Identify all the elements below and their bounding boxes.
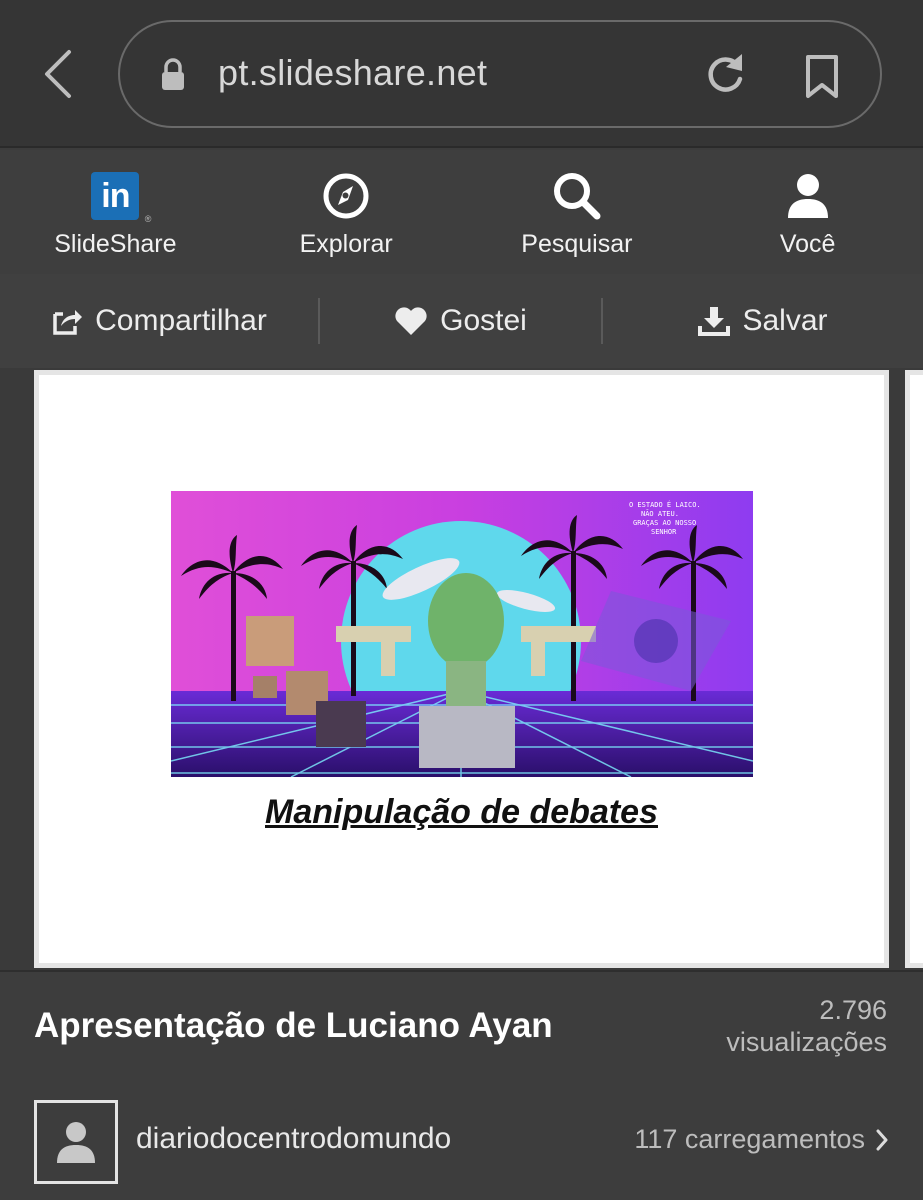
- slide-image: O ESTADO É LAICO. NÃO ATEU. GRAÇAS AO NO…: [171, 491, 753, 777]
- user-icon: [787, 174, 828, 218]
- url-text[interactable]: pt.slideshare.net: [218, 52, 487, 94]
- chevron-left-icon: [45, 50, 71, 98]
- browser-toolbar: pt.slideshare.net: [0, 0, 923, 148]
- nav-item-voce[interactable]: Você: [692, 150, 923, 274]
- bookmark-icon[interactable]: [804, 54, 840, 105]
- presentation-info: Apresentação de Luciano Ayan 2.796 visua…: [0, 970, 923, 1200]
- author-row[interactable]: diariodocentrodomundo 117 carregamentos: [34, 1100, 889, 1184]
- uploads-count: 117 carregamentos: [634, 1124, 865, 1154]
- slide-caption: Manipulação de debates: [265, 793, 658, 831]
- lock-icon: [160, 58, 186, 97]
- like-button[interactable]: Gostei: [318, 298, 603, 344]
- nav-label-slideshare: SlideShare: [54, 230, 177, 258]
- avatar[interactable]: [34, 1100, 118, 1184]
- save-label: Salvar: [742, 304, 828, 337]
- nav-label-explorar: Explorar: [299, 230, 393, 258]
- back-button[interactable]: [38, 44, 78, 104]
- user-placeholder-icon: [57, 1122, 95, 1163]
- action-bar: Compartilhar Gostei Salvar: [0, 274, 923, 368]
- save-button[interactable]: Salvar: [603, 298, 923, 344]
- nav-label-pesquisar: Pesquisar: [521, 230, 633, 258]
- views-count: 2.796 visualizações: [726, 994, 887, 1058]
- compass-icon: [323, 173, 369, 219]
- slideshare-nav: in ® SlideShare Explorar Pesquisar Você: [0, 150, 923, 274]
- nav-label-voce: Você: [779, 230, 836, 258]
- address-bar[interactable]: pt.slideshare.net: [118, 20, 882, 128]
- slide-viewer[interactable]: O ESTADO É LAICO. NÃO ATEU. GRAÇAS AO NO…: [0, 368, 923, 970]
- share-icon: [51, 306, 83, 336]
- presentation-title: Apresentação de Luciano Ayan: [34, 1006, 553, 1045]
- linkedin-logo-icon: in ®: [91, 172, 151, 224]
- like-label: Gostei: [440, 304, 527, 337]
- slide[interactable]: O ESTADO É LAICO. NÃO ATEU. GRAÇAS AO NO…: [34, 370, 889, 968]
- chevron-right-icon: [875, 1128, 889, 1152]
- reload-icon[interactable]: [704, 52, 746, 101]
- views-label: visualizações: [726, 1027, 887, 1057]
- views-number: 2.796: [819, 995, 887, 1025]
- nav-item-pesquisar[interactable]: Pesquisar: [462, 150, 693, 274]
- next-slide-preview[interactable]: [905, 370, 923, 968]
- heart-icon: [394, 306, 428, 336]
- share-button[interactable]: Compartilhar: [0, 298, 318, 344]
- search-icon: [553, 173, 601, 220]
- uploads-link[interactable]: 117 carregamentos: [634, 1124, 889, 1155]
- nav-item-explorar[interactable]: Explorar: [231, 150, 462, 274]
- download-icon: [698, 306, 731, 336]
- nav-item-slideshare[interactable]: in ® SlideShare: [0, 150, 231, 274]
- share-label: Compartilhar: [95, 304, 267, 337]
- author-name[interactable]: diariodocentrodomundo: [136, 1122, 451, 1156]
